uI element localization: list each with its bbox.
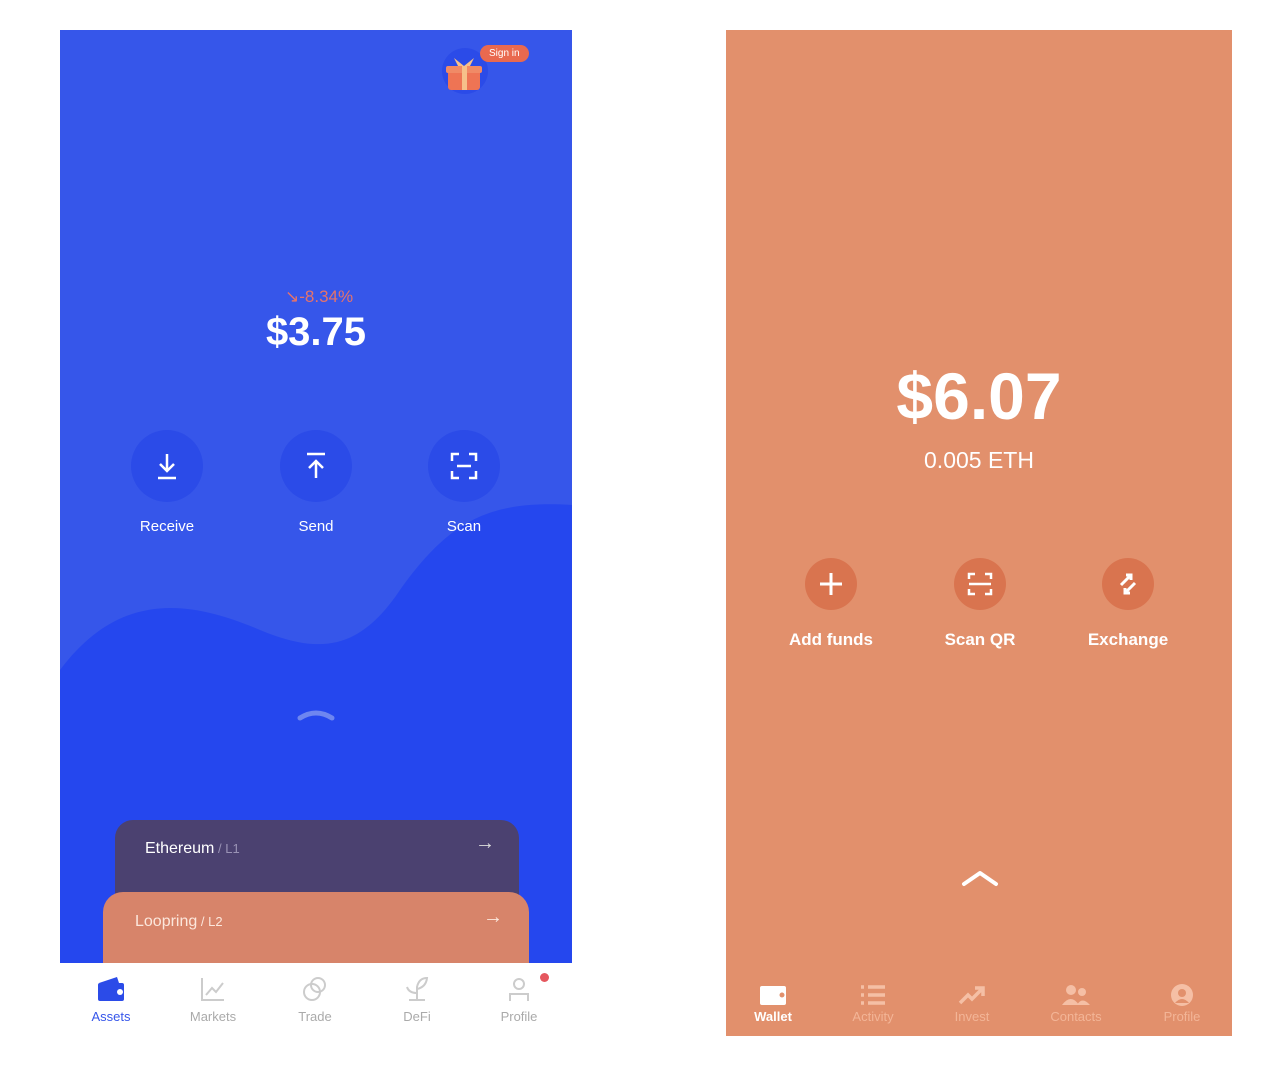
network-name: Ethereum [145,840,215,857]
user-icon [509,978,529,1001]
nav-label: Profile [1163,1009,1201,1024]
notification-dot [540,973,549,982]
nav-contacts[interactable]: Contacts [1026,983,1126,1024]
nav-label: DeFi [403,1009,431,1024]
change-percent: ↘-8.34% [285,287,353,307]
list-icon [861,985,885,1005]
scan-qr-button[interactable] [954,558,1006,610]
send-button[interactable] [280,430,352,502]
change-percent-value: -8.34% [299,287,354,306]
layer-label: / L1 [214,841,240,856]
contacts-icon [1062,985,1090,1005]
scan-icon [450,452,478,480]
exchange-button[interactable] [1102,558,1154,610]
add-funds-button[interactable] [805,558,857,610]
nav-label: Activity [852,1009,894,1024]
loopring-wallet-screen: Sign in ↘-8.34% $3.75 Receive Send Scan … [60,30,572,1036]
bottom-nav: Assets Markets Trade DeFi Profile [60,963,572,1036]
receive-label: Receive [139,518,195,535]
nav-label: Invest [954,1009,990,1024]
nav-markets[interactable]: Markets [163,975,263,1024]
nav-profile[interactable]: Profile [1132,983,1232,1024]
nav-label: Contacts [1050,1009,1102,1024]
ethereum-card-title: Ethereum / L1 [145,840,240,858]
nav-label: Markets [189,1009,237,1024]
exchange-label: Exchange [1087,630,1169,649]
sprout-icon [406,976,429,1001]
bottom-nav: Wallet Activity Invest Contacts Profile [726,978,1232,1036]
nav-invest[interactable]: Invest [922,983,1022,1024]
arrow-right-icon: → [483,906,503,928]
balance: $6.07 [896,359,1062,433]
nav-profile[interactable]: Profile [469,975,569,1024]
trend-down-icon: ↘ [285,287,300,306]
chart-icon [201,978,224,1001]
loopring-card-title: Loopring / L2 [135,913,223,931]
network-name: Loopring [135,913,198,930]
arrow-right-icon: → [475,832,495,854]
wallet-icon [760,986,786,1005]
sign-in-badge[interactable]: Sign in [480,45,529,62]
nav-label: Trade [298,1009,332,1024]
layer-label: / L2 [197,914,223,929]
nav-activity[interactable]: Activity [823,983,923,1024]
nav-label: Assets [91,1009,131,1024]
scan-button[interactable] [428,430,500,502]
profile-icon [1171,984,1193,1006]
exchange-icon [1119,573,1137,595]
scan-icon [967,572,993,596]
wallet-screen: $6.07 0.005 ETH Add funds Scan QR Exchan… [726,30,1232,1036]
scan-qr-label: Scan QR [944,630,1016,649]
nav-label: Wallet [754,1009,792,1024]
wallet-icon [98,977,124,1001]
receive-button[interactable] [131,430,203,502]
trade-icon [303,977,326,1001]
eth-balance: 0.005 ETH [924,447,1034,473]
nav-trade[interactable]: Trade [265,975,365,1024]
nav-assets[interactable]: Assets [61,975,161,1024]
download-icon [158,454,176,480]
nav-label: Profile [500,1009,538,1024]
trend-icon [958,986,985,1005]
nav-wallet[interactable]: Wallet [726,983,823,1024]
chevron-up-icon[interactable] [960,868,1000,890]
plus-icon [820,573,842,595]
loopring-card[interactable]: Loopring / L2 → [103,892,529,972]
upload-icon [307,452,325,478]
send-label: Send [298,518,334,535]
balance: $3.75 [265,310,367,354]
chevron-up-icon[interactable] [296,706,336,722]
scan-label: Scan [446,518,482,535]
add-funds-label: Add funds [788,630,874,649]
nav-defi[interactable]: DeFi [367,975,467,1024]
